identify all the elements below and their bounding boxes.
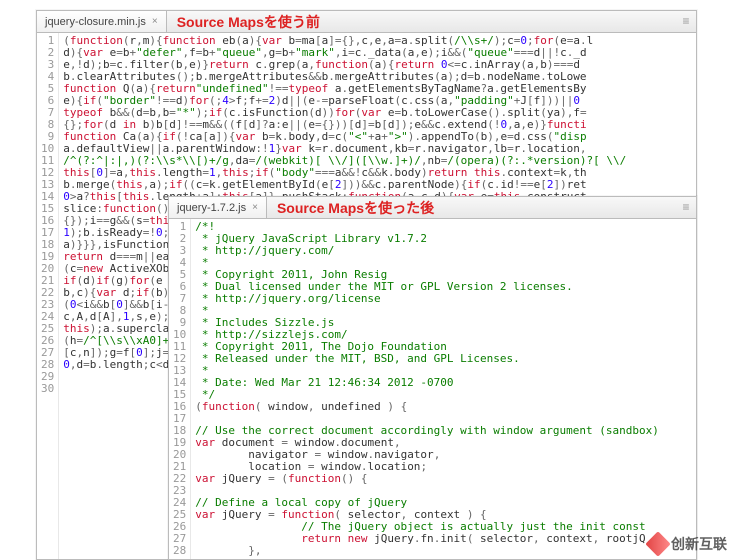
tab-filename: jquery-closure.min.js [45, 16, 146, 28]
code-area-after[interactable]: 1 2 3 4 5 6 7 8 9 10 11 12 13 14 15 16 1… [169, 219, 696, 559]
line-number-gutter: 1 2 3 4 5 6 7 8 9 10 11 12 13 14 15 16 1… [37, 33, 59, 559]
tabbar-after: jquery-1.7.2.js × Source Mapsを使った後 ≡ [169, 197, 696, 219]
tabbar-before: jquery-closure.min.js × Source Mapsを使う前 … [37, 11, 696, 33]
tab-filename: jquery-1.7.2.js [177, 202, 246, 214]
tab-overflow-icon[interactable]: ≡ [678, 13, 694, 29]
editor-pane-after: jquery-1.7.2.js × Source Mapsを使った後 ≡ 1 2… [168, 196, 697, 560]
code-content[interactable]: /*! * jQuery JavaScript Library v1.7.2 *… [191, 219, 696, 559]
close-icon[interactable]: × [252, 203, 258, 213]
caption-after: Source Mapsを使った後 [267, 197, 444, 218]
close-icon[interactable]: × [152, 17, 158, 27]
tab-overflow-icon[interactable]: ≡ [678, 199, 694, 215]
caption-before: Source Mapsを使う前 [167, 11, 330, 32]
tab-jquery-1-7-2[interactable]: jquery-1.7.2.js × [169, 197, 267, 218]
tab-jquery-closure-min[interactable]: jquery-closure.min.js × [37, 11, 167, 32]
line-number-gutter: 1 2 3 4 5 6 7 8 9 10 11 12 13 14 15 16 1… [169, 219, 191, 559]
